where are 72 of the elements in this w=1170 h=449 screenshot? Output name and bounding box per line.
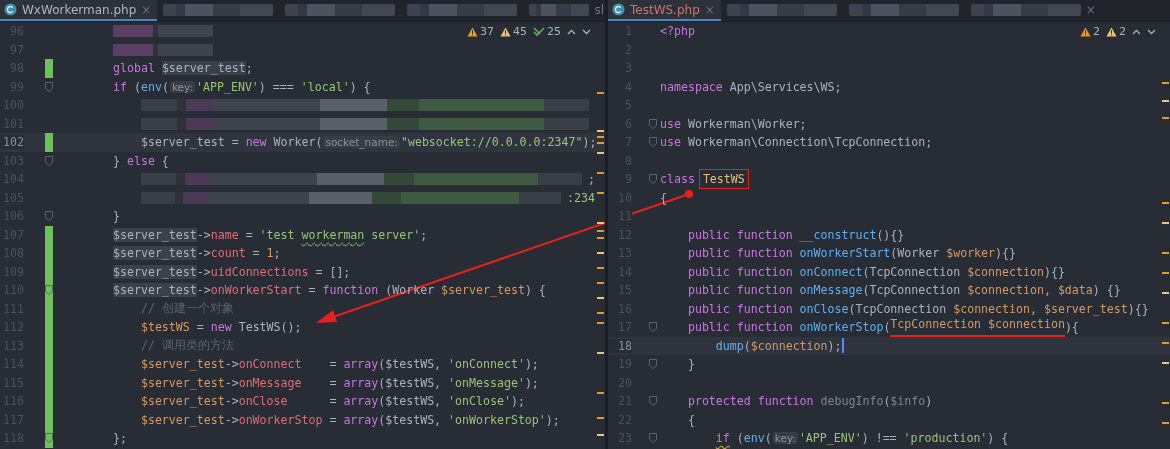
code-text: :234 — [567, 190, 595, 205]
code-text: 'APP_ENV') === 'local') { — [196, 79, 371, 94]
fold-icon[interactable] — [649, 174, 657, 184]
code-text: public function onMessage(TcpConnection $connection, $data) {} — [686, 283, 1121, 298]
fold-icon[interactable] — [45, 211, 53, 221]
fold-icon[interactable] — [649, 137, 657, 147]
warning-count[interactable]: 2 — [1106, 25, 1126, 38]
code-text: global $server_test; — [113, 61, 253, 76]
line-number: 18 — [608, 338, 632, 353]
code-text: dump($connection); — [714, 338, 842, 353]
line-number: 102 — [0, 135, 24, 150]
code-text: } — [686, 357, 695, 372]
code-text: } else { — [113, 153, 169, 168]
previous-highlight-icon[interactable] — [567, 28, 576, 35]
code-text: public function __construct(){} — [686, 227, 905, 242]
code-text: ; — [588, 172, 595, 187]
code-text: if (env( — [113, 79, 169, 94]
code-text: public function onConnect(TcpConnection $connection){} — [686, 264, 1065, 279]
next-highlight-icon[interactable] — [1147, 28, 1156, 35]
code-text: $testWS = new TestWS(); — [139, 320, 302, 335]
code-text: $server_test->uidConnections = []; — [113, 264, 351, 279]
redacted-tab[interactable]: × — [964, 0, 1102, 21]
code-text: { — [660, 190, 667, 205]
previous-highlight-icon[interactable] — [1132, 28, 1141, 35]
code-text: if (env( — [714, 431, 772, 446]
class-file-icon — [612, 3, 625, 16]
parameter-hint: key: — [169, 80, 196, 93]
code-text: ){ — [1064, 320, 1079, 335]
fold-icon[interactable] — [45, 285, 53, 295]
code-text: }; — [113, 431, 127, 446]
code-text: <?php — [660, 24, 695, 39]
code-text: class — [660, 172, 696, 187]
code-text: $server_test->onConnect = array($testWS, 'onConnect'); — [139, 357, 539, 372]
parameter-hint: socket_name: — [323, 136, 400, 149]
error-count[interactable]: 37 — [467, 25, 494, 38]
code-text: use Workerman\Connection\TcpConnection; — [660, 135, 933, 150]
code-text: { — [686, 412, 695, 427]
code-text: "websocket://0.0.0.0:2347"); — [400, 135, 597, 150]
fold-icon[interactable] — [649, 396, 657, 406]
parameter-hint: key: — [772, 432, 798, 445]
code-text: public function onWorkerStart(Worker $worker){} — [686, 246, 1017, 261]
fold-icon[interactable] — [649, 322, 657, 332]
warning-count[interactable]: 45 — [500, 25, 527, 38]
redacted-tab[interactable]: sli — [523, 0, 605, 21]
next-highlight-icon[interactable] — [582, 28, 591, 35]
class-file-icon — [4, 3, 17, 16]
fold-icon[interactable] — [649, 359, 657, 369]
code-text: $server_test->name = 'test workerman server'; — [113, 227, 428, 242]
code-text: use Workerman\Worker; — [660, 116, 807, 131]
code-text: $server_test->onMessage = array($testWS, 'onMessage'); — [139, 375, 539, 390]
fold-icon[interactable] — [649, 118, 657, 129]
code-text: namespace App\Services\WS; — [660, 79, 842, 94]
code-text: protected function debugInfo($info) — [686, 394, 933, 409]
code-text: 'APP_ENV') !== 'production') { — [798, 431, 1009, 446]
editor-tab[interactable]: TestWS.php × — [608, 0, 721, 21]
code-text: $server_test = new Worker( — [139, 135, 323, 150]
fold-icon[interactable] — [649, 433, 657, 443]
fold-icon[interactable] — [45, 81, 53, 92]
code-text: $server_test->onWorkerStop = array($testWS, 'onWorkerStop'); — [139, 412, 560, 427]
code-text: public function onWorkerStop( — [686, 320, 891, 335]
close-tab-button[interactable]: × — [1085, 2, 1096, 17]
typo-count[interactable]: 25 — [533, 25, 561, 38]
boxed-code-text: TestWS — [698, 169, 749, 190]
fold-icon[interactable] — [45, 433, 53, 443]
check-icon — [533, 26, 545, 37]
code-text: $server_test->count = 1; — [113, 246, 281, 261]
editor-tab[interactable]: WxWorkerman.php × — [0, 0, 158, 21]
fold-icon[interactable] — [45, 155, 53, 166]
code-text: } — [113, 209, 120, 224]
error-count[interactable]: 2 — [1080, 25, 1100, 38]
code-text: public function onClose(TcpConnection $connection, $server_test){} — [686, 301, 1149, 316]
code-text: $server_test->onClose = array($testWS, 'onClose'); — [139, 394, 525, 409]
